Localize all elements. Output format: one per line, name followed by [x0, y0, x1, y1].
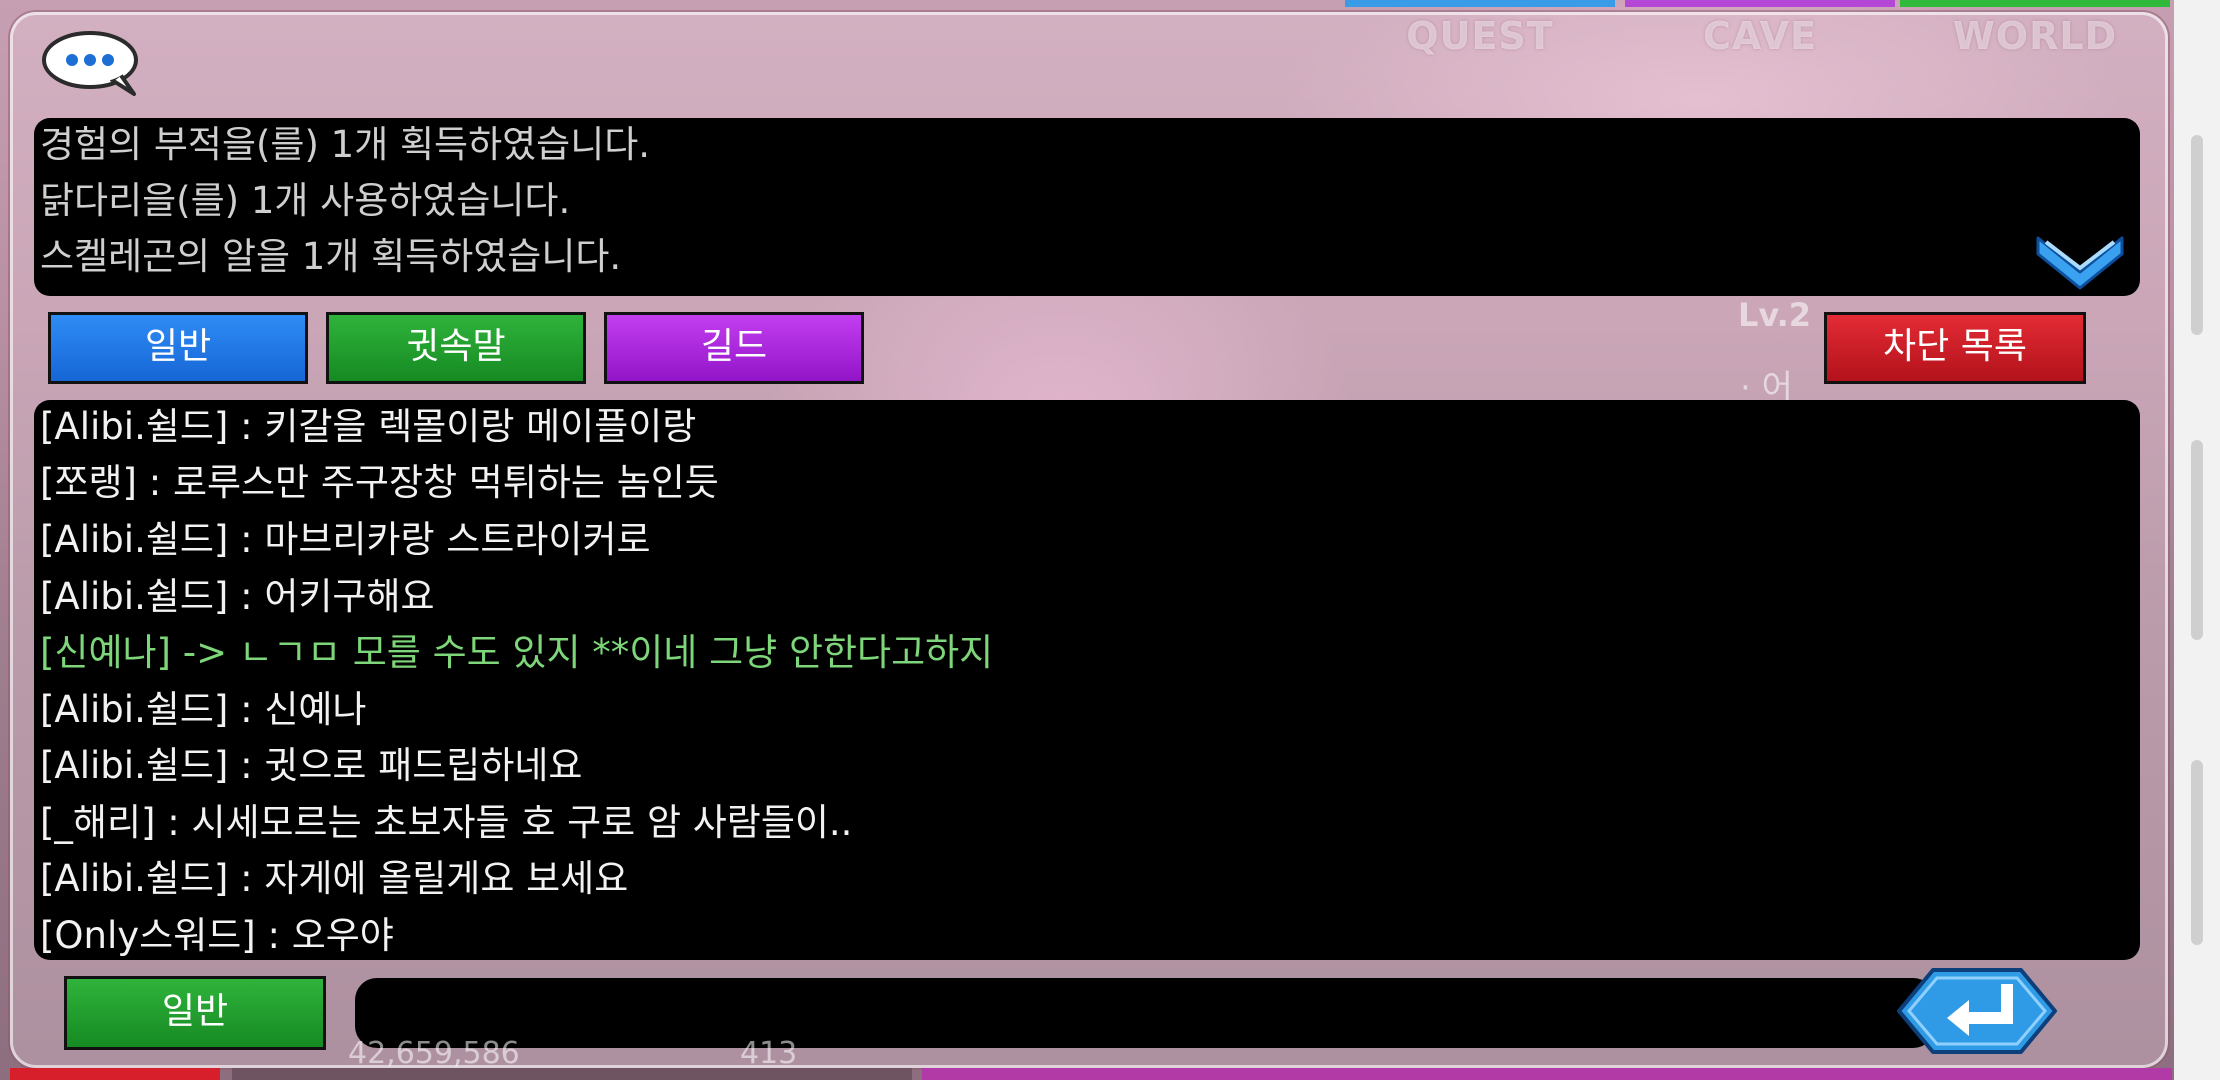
- background-hud-bar: [10, 1068, 220, 1080]
- block-list-button[interactable]: 차단 목록: [1824, 312, 2086, 384]
- input-channel-button[interactable]: 일반: [64, 976, 326, 1050]
- chat-message: [Alibi.쉴드] : 어키구해요: [40, 575, 435, 618]
- chat-message: [Alibi.쉴드] : 마브리카랑 스트라이커로: [40, 518, 651, 561]
- chat-message: [쪼랭] : 로루스만 주구장창 먹튀하는 놈인듯: [40, 461, 719, 504]
- chat-bubble-icon[interactable]: [40, 30, 144, 98]
- edge-scroll-indicator: [2191, 135, 2203, 335]
- chat-message: [Alibi.쉴드] : 키갈을 렉몰이랑 메이플이랑: [40, 405, 697, 448]
- background-gems-label: 413: [740, 1036, 798, 1071]
- edge-scroll-indicator: [2191, 760, 2203, 945]
- enter-arrow-icon[interactable]: [1895, 966, 2059, 1056]
- channel-guild-button[interactable]: 길드: [604, 312, 864, 384]
- channel-whisper-button[interactable]: 귓속말: [326, 312, 586, 384]
- background-hud-bar: [922, 1068, 2172, 1080]
- background-hud-bar: [232, 1068, 912, 1080]
- channel-general-button[interactable]: 일반: [48, 312, 308, 384]
- background-level-label: Lv.2: [1738, 296, 1812, 334]
- system-message: 경험의 부적을(를) 1개 획득하였습니다.: [40, 123, 651, 166]
- background-gold-label: 42,659,586: [348, 1036, 520, 1071]
- chat-message-log[interactable]: [Alibi.쉴드] : 키갈을 렉몰이랑 메이플이랑 [쪼랭] : 로루스만 …: [34, 400, 2140, 960]
- chat-message: [Alibi.쉴드] : 신예나: [40, 688, 367, 731]
- system-message: 스켈레곤의 알을 1개 획득하였습니다.: [40, 235, 622, 278]
- chevron-down-icon[interactable]: [2032, 228, 2128, 292]
- edge-scroll-indicator: [2191, 440, 2203, 640]
- chat-message-whisper: [신예나] -> ㄴㄱㅁ 모를 수도 있지 **이네 그냥 안한다고하지: [40, 631, 994, 674]
- chat-message: [Alibi.쉴드] : 자게에 올릴게요 보세요: [40, 857, 629, 900]
- system-message: 닭다리을(를) 1개 사용하였습니다.: [40, 179, 571, 222]
- chat-message: [_해리] : 시세모르는 초보자들 호 구로 암 사람들이..: [40, 801, 853, 844]
- chat-input[interactable]: [355, 978, 1935, 1048]
- system-message-log: 경험의 부적을(를) 1개 획득하였습니다. 닭다리을(를) 1개 사용하였습니…: [34, 118, 2140, 296]
- chat-message: [Alibi.쉴드] : 귓으로 패드립하네요: [40, 744, 583, 787]
- chat-message: [Only스워드] : 오우야: [40, 914, 394, 957]
